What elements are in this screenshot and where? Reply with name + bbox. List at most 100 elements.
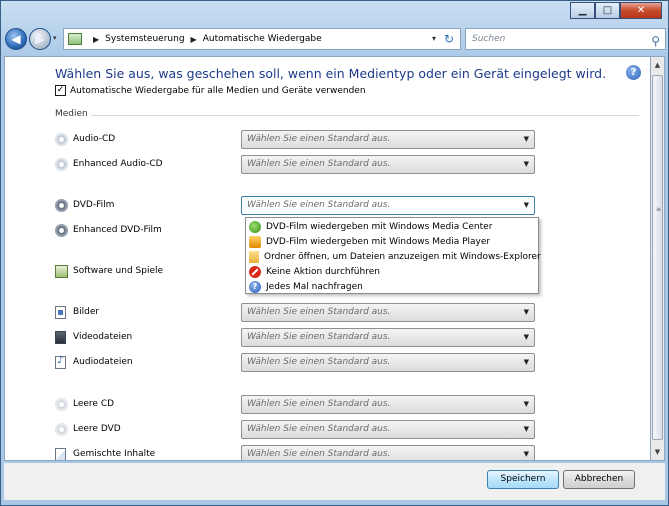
media-row-audio-files: Audiodateien Wählen Sie einen Standard a… — [55, 353, 645, 373]
media-player-icon — [249, 235, 261, 248]
media-row-pictures: Bilder Wählen Sie einen Standard aus. ▼ — [55, 303, 645, 323]
media-row-video-files: Videodateien Wählen Sie einen Standard a… — [55, 328, 645, 348]
chevron-down-icon: ▼ — [523, 308, 529, 316]
media-row-dvd-film: DVD-Film Wählen Sie einen Standard aus. ▼ — [55, 196, 645, 216]
option-open-folder[interactable]: Ordner öffnen, um Dateien anzuzeigen mit… — [246, 249, 541, 264]
select-value: Wählen Sie einen Standard aus. — [247, 332, 391, 342]
blank-dvd-select[interactable]: Wählen Sie einen Standard aus. ▼ — [241, 420, 535, 439]
autoplay-all-checkbox[interactable]: ✓ — [55, 85, 66, 96]
select-value: Wählen Sie einen Standard aus. — [247, 200, 391, 210]
select-value: Wählen Sie einen Standard aus. — [247, 357, 391, 367]
option-label: DVD-Film wiedergeben mit Windows Media P… — [266, 236, 491, 247]
recent-pages-dropdown[interactable]: ▾ — [53, 34, 57, 42]
chevron-down-icon: ▼ — [523, 333, 529, 341]
search-icon[interactable]: ⚲ — [651, 31, 660, 51]
forward-button[interactable]: ▶ — [29, 28, 51, 50]
blank-cd-select[interactable]: Wählen Sie einen Standard aus. ▼ — [241, 395, 535, 414]
search-placeholder: Suchen — [472, 34, 506, 44]
no-action-icon — [249, 265, 261, 278]
option-label: DVD-Film wiedergeben mit Windows Media C… — [266, 221, 493, 232]
video-files-select[interactable]: Wählen Sie einen Standard aus. ▼ — [241, 328, 535, 347]
chevron-down-icon: ▼ — [523, 160, 529, 168]
breadcrumb-separator-icon: ▶ — [190, 34, 197, 44]
software-icon — [55, 265, 68, 278]
navigation-bar: ◀ ▶ ▾ ▶ Systemsteuerung ▶ Automatische W… — [5, 27, 666, 53]
select-value: Wählen Sie einen Standard aus. — [247, 424, 391, 434]
section-label-media: Medien — [55, 109, 88, 119]
cancel-button[interactable]: Abbrechen — [563, 470, 635, 489]
scrollbar-thumb[interactable]: ≡ — [652, 75, 663, 440]
video-icon — [55, 331, 66, 344]
media-row-blank-dvd: Leere DVD Wählen Sie einen Standard aus.… — [55, 420, 645, 440]
media-label: Software und Spiele — [73, 266, 164, 276]
select-value: Wählen Sie einen Standard aus. — [247, 449, 391, 459]
dvd-icon — [55, 224, 68, 237]
chevron-down-icon: ▼ — [523, 425, 529, 433]
refresh-icon[interactable]: ↻ — [444, 32, 454, 46]
help-icon[interactable]: ? — [626, 65, 641, 80]
media-label: DVD-Film — [73, 200, 115, 210]
cd-icon — [55, 158, 68, 171]
ask-icon: ? — [249, 280, 261, 293]
control-panel-icon — [68, 33, 82, 45]
media-label: Gemischte Inhalte — [73, 449, 156, 459]
save-button[interactable]: Speichern — [487, 470, 559, 489]
blank-dvd-icon — [55, 423, 68, 436]
audio-icon — [55, 355, 66, 369]
minimize-button[interactable]: ▁ — [570, 2, 595, 19]
scroll-up-icon[interactable]: ▲ — [651, 57, 664, 73]
grip-icon: ≡ — [656, 206, 662, 213]
page-title: Wählen Sie aus, was geschehen soll, wenn… — [55, 66, 607, 81]
chevron-down-icon: ▼ — [523, 358, 529, 366]
autoplay-all-checkbox-row[interactable]: ✓ Automatische Wiedergabe für alle Medie… — [55, 85, 366, 96]
audio-files-select[interactable]: Wählen Sie einen Standard aus. ▼ — [241, 353, 535, 372]
select-value: Wählen Sie einen Standard aus. — [247, 159, 391, 169]
breadcrumb-separator-icon: ▶ — [93, 34, 100, 44]
media-label: Audio-CD — [73, 134, 116, 144]
chevron-down-icon: ▼ — [523, 400, 529, 408]
address-dropdown-icon[interactable]: ▾ — [432, 34, 436, 43]
audio-cd-select[interactable]: Wählen Sie einen Standard aus. ▼ — [241, 130, 535, 149]
maximize-button[interactable]: □ — [595, 2, 620, 19]
dvd-icon — [55, 199, 68, 212]
select-value: Wählen Sie einen Standard aus. — [247, 399, 391, 409]
cd-icon — [55, 133, 68, 146]
search-input[interactable]: Suchen ⚲ — [465, 28, 666, 50]
select-value: Wählen Sie einen Standard aus. — [247, 134, 391, 144]
vertical-scrollbar[interactable]: ▲ ≡ ▼ — [651, 56, 665, 461]
section-divider — [91, 115, 639, 116]
option-media-center[interactable]: DVD-Film wiedergeben mit Windows Media C… — [246, 219, 538, 234]
back-button[interactable]: ◀ — [5, 28, 27, 50]
mixed-content-select[interactable]: Wählen Sie einen Standard aus. ▼ — [241, 445, 535, 460]
option-label: Ordner öffnen, um Dateien anzuzeigen mit… — [264, 251, 541, 262]
option-ask-every-time[interactable]: ? Jedes Mal nachfragen — [246, 279, 538, 294]
media-row-blank-cd: Leere CD Wählen Sie einen Standard aus. ▼ — [55, 395, 645, 415]
scroll-down-icon[interactable]: ▼ — [651, 444, 664, 460]
media-label: Enhanced Audio-CD — [73, 159, 163, 169]
content-pane: Wählen Sie aus, was geschehen soll, wenn… — [4, 56, 651, 461]
media-label: Videodateien — [73, 332, 133, 342]
chevron-down-icon: ▼ — [523, 450, 529, 458]
media-row-audio-cd: Audio-CD Wählen Sie einen Standard aus. ▼ — [55, 130, 645, 150]
close-button[interactable]: ✕ — [620, 2, 662, 19]
media-label: Audiodateien — [73, 357, 133, 367]
option-label: Jedes Mal nachfragen — [266, 281, 363, 292]
chevron-down-icon: ▼ — [523, 201, 529, 209]
pictures-select[interactable]: Wählen Sie einen Standard aus. ▼ — [241, 303, 535, 322]
option-media-player[interactable]: DVD-Film wiedergeben mit Windows Media P… — [246, 234, 538, 249]
address-bar[interactable]: ▶ Systemsteuerung ▶ Automatische Wiederg… — [63, 28, 461, 50]
autoplay-all-label[interactable]: Automatische Wiedergabe für alle Medien … — [70, 86, 366, 96]
folder-icon — [249, 250, 259, 263]
media-label: Enhanced DVD-Film — [73, 225, 162, 235]
option-label: Keine Aktion durchführen — [266, 266, 380, 277]
pictures-icon — [55, 306, 66, 319]
option-no-action[interactable]: Keine Aktion durchführen — [246, 264, 538, 279]
media-center-icon — [249, 220, 261, 233]
chevron-down-icon: ▼ — [523, 135, 529, 143]
breadcrumb-control-panel[interactable]: Systemsteuerung — [105, 34, 184, 44]
enhanced-audio-cd-select[interactable]: Wählen Sie einen Standard aus. ▼ — [241, 155, 535, 174]
breadcrumb-autoplay[interactable]: Automatische Wiedergabe — [203, 34, 322, 44]
media-label: Leere DVD — [73, 424, 121, 434]
dvd-film-select[interactable]: Wählen Sie einen Standard aus. ▼ — [241, 196, 535, 215]
blank-cd-icon — [55, 398, 68, 411]
